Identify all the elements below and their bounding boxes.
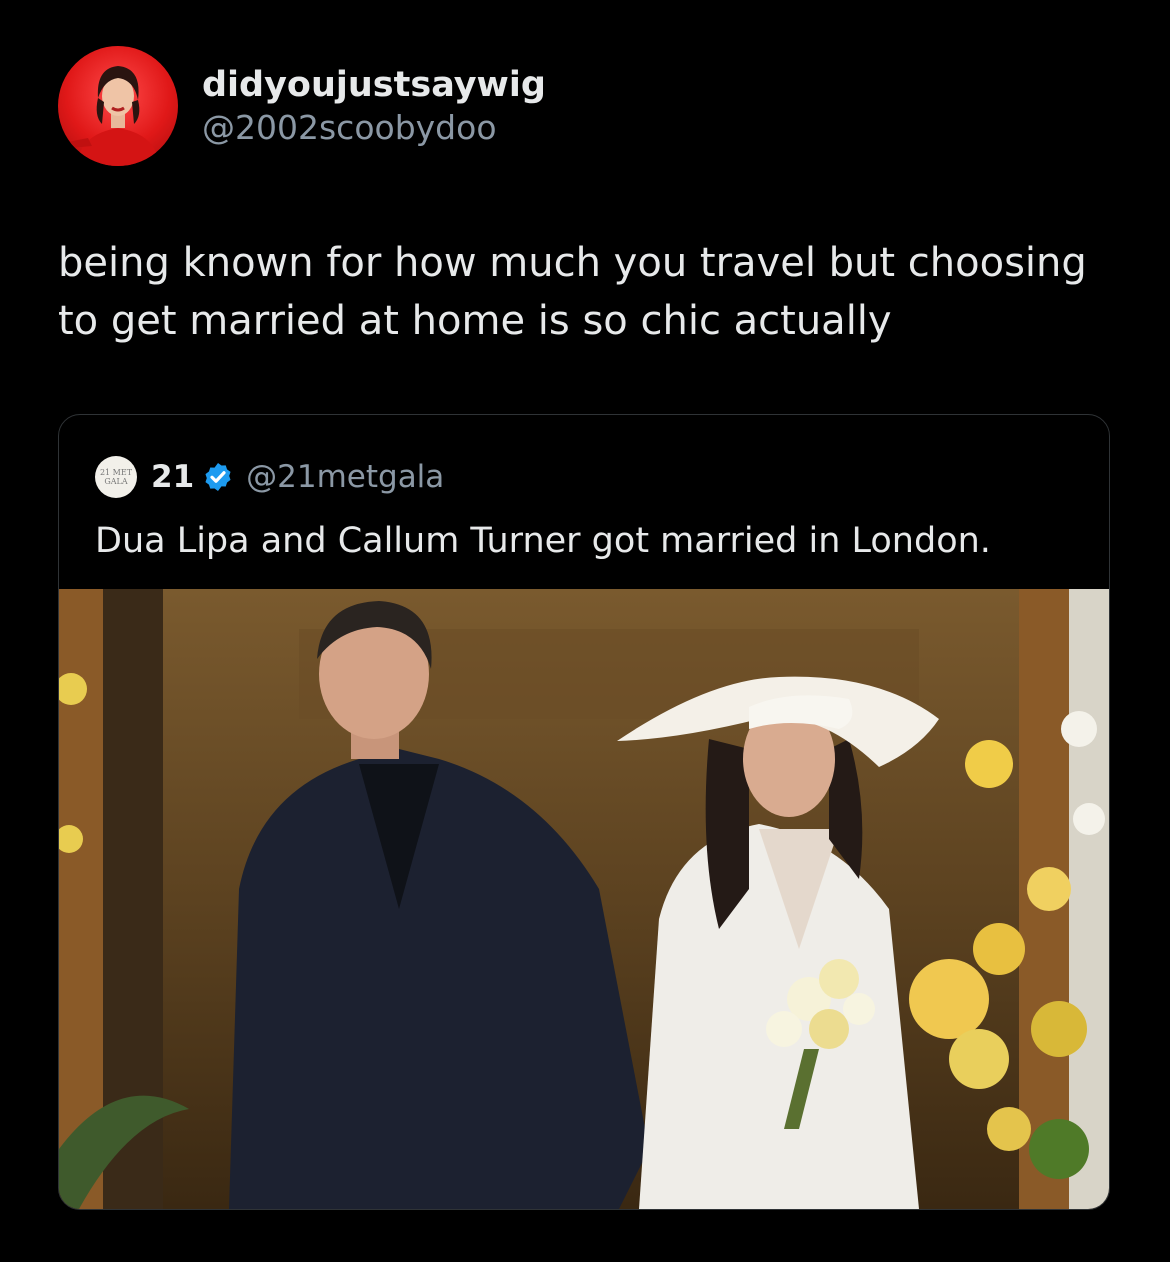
author-display-name[interactable]: didyoujustsaywig	[202, 63, 546, 107]
quoted-author-name[interactable]: 21	[151, 459, 194, 495]
tweet-header: didyoujustsaywig @2002scoobydoo	[58, 44, 546, 168]
author-names: didyoujustsaywig @2002scoobydoo	[202, 63, 546, 149]
quoted-tweet-card[interactable]: 21 MET GALA 21 @21metgala Dua Lipa and C…	[58, 414, 1110, 1210]
verified-badge-icon	[205, 463, 231, 491]
wedding-photo[interactable]	[59, 589, 1109, 1209]
author-handle[interactable]: @2002scoobydoo	[202, 107, 546, 149]
tweet-text: being known for how much you travel but …	[58, 240, 1087, 344]
quoted-author-handle[interactable]: @21metgala	[246, 459, 444, 495]
avatar-figure	[68, 66, 160, 166]
quoted-tweet-text: Dua Lipa and Callum Turner got married i…	[95, 521, 991, 561]
quoted-tweet-header: 21 MET GALA 21 @21metgala	[95, 455, 444, 499]
quoted-author-avatar[interactable]: 21 MET GALA	[95, 456, 137, 498]
author-avatar[interactable]	[58, 46, 178, 166]
